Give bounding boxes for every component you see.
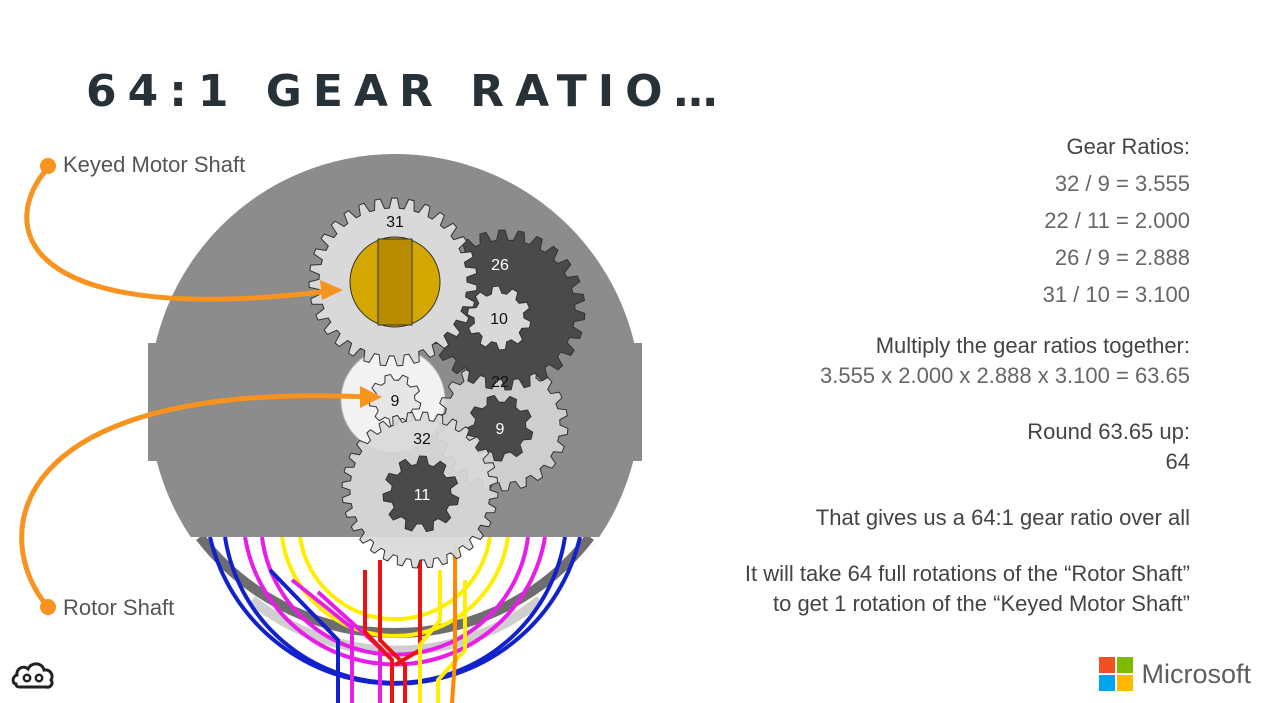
gear-label-22: 22 <box>491 374 509 391</box>
gear-label-32: 32 <box>413 431 431 448</box>
explanation-line-2: to get 1 rotation of the “Keyed Motor Sh… <box>772 591 1190 616</box>
shaft-key-flat <box>377 238 413 326</box>
keyed-motor-shaft-label: Keyed Motor Shaft <box>63 152 246 177</box>
ratio-line: 26 / 9 = 2.888 <box>1054 245 1190 270</box>
ratio-line: 31 / 10 = 3.100 <box>1042 282 1190 307</box>
microsoft-windows-icon <box>1099 657 1134 691</box>
summary-text: That gives us a 64:1 gear ratio over all <box>815 505 1190 530</box>
gear-label-10: 10 <box>490 311 508 328</box>
explanation-panel: Gear Ratios: 32 / 9 = 3.555 22 / 11 = 2.… <box>670 128 1190 619</box>
gear-label-31: 31 <box>386 214 404 231</box>
robot-logo-icon <box>10 658 56 697</box>
gear-label-26: 26 <box>491 257 509 274</box>
round-value: 64 <box>1165 449 1190 474</box>
round-heading: Round 63.65 up: <box>1027 419 1190 444</box>
microsoft-logo: Microsoft <box>1099 657 1251 691</box>
multiply-equation: 3.555 x 2.000 x 2.888 x 3.100 = 63.65 <box>819 363 1190 388</box>
gear-ratios-heading: Gear Ratios: <box>1066 134 1191 159</box>
multiply-heading: Multiply the gear ratios together: <box>875 333 1190 358</box>
gear-label-11: 11 <box>414 487 431 504</box>
keyed-shaft-dot <box>40 158 56 174</box>
ratio-line: 22 / 11 = 2.000 <box>1044 208 1190 233</box>
explanation-line-1: It will take 64 full rotations of the “R… <box>744 561 1190 586</box>
rotor-shaft-label: Rotor Shaft <box>63 595 175 620</box>
gear-label-9-dark: 9 <box>496 421 505 438</box>
rotor-shaft-dot <box>40 599 56 615</box>
gear-label-9-white: 9 <box>391 393 400 410</box>
ratio-line: 32 / 9 = 3.555 <box>1054 171 1190 196</box>
brand-name: Microsoft <box>1141 658 1251 689</box>
